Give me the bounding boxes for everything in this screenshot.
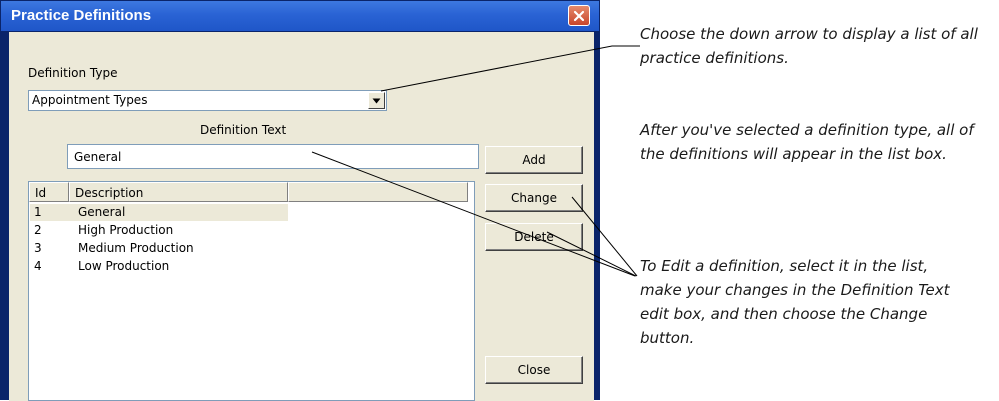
title-bar: Practice Definitions [1,1,599,31]
column-header-blank [288,182,468,202]
close-button[interactable]: Close [485,356,583,384]
list-item-description: High Production [78,223,174,237]
annotation-edit: To Edit a definition, select it in the l… [640,257,950,347]
window-title: Practice Definitions [11,7,152,24]
list-item-description: Medium Production [78,241,194,255]
column-header-id[interactable]: Id [29,182,69,202]
definition-type-label: Definition Type [28,66,118,80]
list-header: Id Description [29,182,468,202]
add-button[interactable]: Add [485,146,583,174]
annotation-list-box: After you've selected a definition type,… [640,121,974,163]
definition-text-label: Definition Text [200,123,287,137]
definition-text-input[interactable] [68,145,478,168]
dialog-body: Definition Type Appointment Types Defini… [9,32,594,401]
close-window-button[interactable] [568,5,590,26]
list-item-id: 1 [34,205,42,219]
definition-type-value: Appointment Types [32,93,148,107]
practice-definitions-window: Practice Definitions Definition Type App… [0,0,600,401]
list-item-id: 3 [34,241,42,255]
annotation-down-arrow: Choose the down arrow to display a list … [640,25,978,67]
close-icon [573,10,585,21]
list-item-description: General [78,205,126,219]
list-item-description: Low Production [78,259,170,273]
chevron-down-icon [372,98,381,103]
list-item[interactable]: 1 General [30,204,288,221]
change-button[interactable]: Change [485,184,583,212]
definitions-list[interactable]: Id Description 1 General 2 High Producti… [28,181,475,401]
delete-button[interactable]: Delete [485,223,583,251]
list-item-id: 2 [34,223,42,237]
column-header-description[interactable]: Description [69,182,288,202]
list-item-id: 4 [34,259,42,273]
definition-type-dropdown[interactable]: Appointment Types [28,90,387,111]
dropdown-arrow-button[interactable] [368,92,385,109]
definition-text-field[interactable] [67,144,479,169]
